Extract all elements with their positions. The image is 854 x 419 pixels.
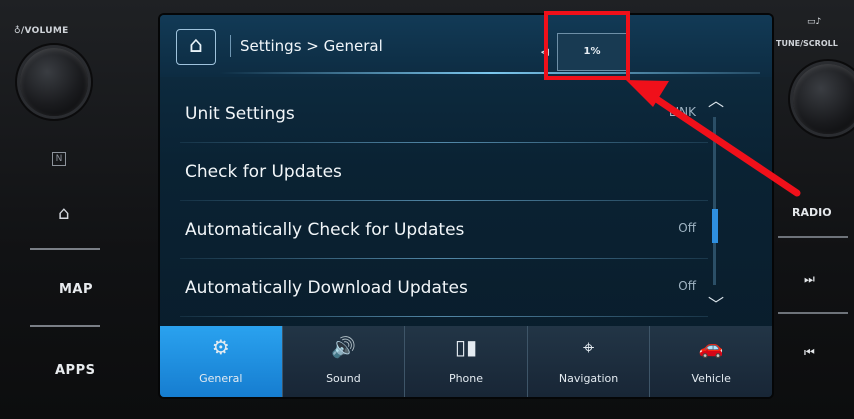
- settings-list: Unit Settings LINK Check for Updates Aut…: [160, 85, 720, 320]
- scrollbar[interactable]: ︿ ﹀: [700, 83, 728, 319]
- previous-track-icon[interactable]: ⏮: [804, 345, 815, 360]
- tab-phone[interactable]: ▯▮ Phone: [404, 326, 527, 397]
- tune-scroll-label: TUNE/SCROLL: [776, 39, 838, 48]
- volume-label: ♁/VOLUME: [14, 26, 69, 36]
- breadcrumb: Settings > General: [240, 37, 383, 55]
- home-icon[interactable]: ⌂: [176, 29, 216, 65]
- map-button[interactable]: MAP: [59, 282, 93, 297]
- list-item-label: Automatically Check for Updates: [185, 220, 465, 240]
- list-item-value: Off: [678, 221, 696, 235]
- list-item[interactable]: Check for Updates: [160, 143, 720, 201]
- radio-button[interactable]: RADIO: [792, 206, 832, 219]
- navigation-icon: ⌖: [582, 335, 595, 359]
- tab-label: General: [199, 372, 243, 385]
- vehicle-icon: 🚗: [698, 335, 724, 359]
- top-bar: ⌂ Settings > General ⊲ 1%: [160, 15, 772, 77]
- tab-label: Navigation: [558, 372, 619, 385]
- row-separator: [180, 316, 708, 317]
- list-item-label: Check for Updates: [185, 162, 342, 182]
- tab-label: Phone: [448, 372, 484, 385]
- list-item[interactable]: Unit Settings LINK: [160, 85, 720, 143]
- gear-icon: ⚙: [211, 335, 230, 359]
- top-glow-line: [220, 72, 760, 74]
- right-divider: [778, 312, 848, 314]
- media-icon: ▭♪: [807, 17, 822, 27]
- right-divider: [778, 236, 848, 238]
- home-hardware-button[interactable]: ⌂: [58, 203, 69, 224]
- tab-sound[interactable]: 🔊 Sound: [281, 326, 405, 397]
- list-item[interactable]: Automatically Download Updates Off: [160, 259, 720, 317]
- bottom-tab-bar: ⚙ General 🔊 Sound ▯▮ Phone ⌖ Navigation …: [160, 326, 772, 397]
- list-item-label: Unit Settings: [185, 104, 295, 124]
- tab-label: Vehicle: [691, 372, 731, 385]
- touchscreen: ⌂ Settings > General ⊲ 1% Unit Settings …: [160, 15, 772, 397]
- volume-knob[interactable]: [20, 48, 88, 116]
- tab-general[interactable]: ⚙ General: [160, 326, 282, 397]
- chevron-down-icon[interactable]: ﹀: [708, 291, 724, 315]
- list-item[interactable]: Automatically Check for Updates Off: [160, 201, 720, 259]
- chevron-up-icon[interactable]: ︿: [708, 87, 724, 111]
- list-item-value: LINK: [668, 105, 696, 119]
- speaker-icon: 🔊: [330, 335, 356, 359]
- side-divider: [30, 325, 100, 327]
- nfc-icon: N: [52, 152, 66, 166]
- apps-button[interactable]: APPS: [55, 363, 95, 378]
- side-divider: [30, 248, 100, 250]
- list-item-value: Off: [678, 279, 696, 293]
- highlight-box: [544, 11, 630, 80]
- scroll-track: [713, 117, 716, 285]
- tab-label: Sound: [326, 372, 361, 385]
- next-track-icon[interactable]: ⏭: [804, 272, 815, 287]
- phone-icon: ▯▮: [454, 335, 477, 359]
- tune-scroll-knob[interactable]: [793, 64, 854, 134]
- scroll-thumb[interactable]: [712, 209, 718, 243]
- list-item-label: Automatically Download Updates: [185, 278, 468, 298]
- breadcrumb-divider: [230, 35, 231, 57]
- tab-vehicle[interactable]: 🚗 Vehicle: [649, 326, 772, 397]
- tab-navigation[interactable]: ⌖ Navigation: [526, 326, 650, 397]
